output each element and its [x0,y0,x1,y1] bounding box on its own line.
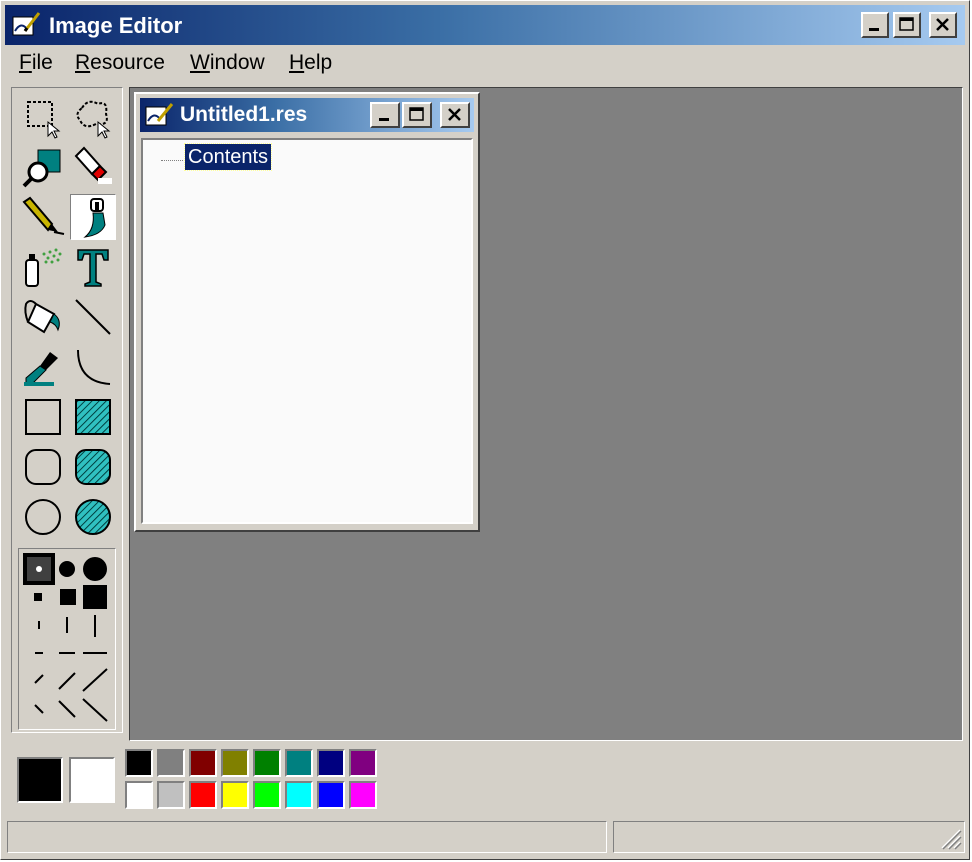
menu-resource-label: esource [90,51,165,74]
close-icon [936,18,949,31]
menu-help-label: elp [304,51,333,74]
menu-resource[interactable]: Resource [75,51,165,75]
menu-file-mnemonic: F [19,51,32,74]
tool-zoom[interactable] [20,144,66,190]
color-swatch[interactable] [317,781,345,809]
image-editor-icon[interactable] [11,11,41,39]
resource-file-icon[interactable] [144,102,174,128]
ellipse-icon [25,499,61,535]
menu-help[interactable]: Help [289,51,332,75]
tool-text[interactable] [70,244,116,290]
toolbox [11,87,123,733]
color-swatch[interactable] [349,749,377,777]
tree-connector [161,160,185,161]
fill-icon [24,300,60,334]
tool-filled-ellipse[interactable] [70,494,116,540]
resource-window[interactable]: Untitled1.res Contents [134,92,480,532]
maximize-icon [409,107,424,121]
freeform-select-icon [76,100,111,139]
tool-eraser[interactable] [70,144,116,190]
tool-color-picker[interactable] [20,344,66,390]
image-editor-window: Image Editor File Resource Window Help U… [0,0,970,860]
background-color[interactable] [69,757,115,803]
resource-window-title: Untitled1.res [180,103,308,126]
resource-tree[interactable]: Contents [141,138,473,524]
resize-grip-icon[interactable] [938,826,962,850]
airbrush-icon [25,248,62,287]
close-icon [448,108,461,121]
curve-icon [77,349,111,385]
tool-filled-rounded-rectangle[interactable] [70,444,116,490]
color-swatch[interactable] [253,749,281,777]
app-title: Image Editor [49,13,183,38]
menu-help-mnemonic: H [289,51,305,74]
status-pane-info [613,821,965,853]
color-swatch[interactable] [125,749,153,777]
eraser-icon [74,146,112,184]
brush-icon [83,198,106,238]
menu-file[interactable]: File [19,51,53,75]
tool-pencil[interactable] [20,194,66,240]
tool-brush[interactable] [70,194,116,240]
color-swatch[interactable] [317,749,345,777]
minimize-button[interactable] [861,12,889,38]
pencil-icon [22,196,65,235]
color-swatch[interactable] [221,781,249,809]
color-swatch[interactable] [189,781,217,809]
filled-rectangle-icon [75,399,111,435]
tool-fill[interactable] [20,294,66,340]
tool-airbrush[interactable] [20,244,66,290]
status-pane-main [7,821,607,853]
rounded-rectangle-icon [25,449,61,485]
rectangle-select-icon [27,101,61,139]
tool-ellipse[interactable] [20,494,66,540]
line-icon [75,299,111,335]
minimize-icon [869,28,879,31]
resource-window-title-bar[interactable]: Untitled1.res [140,98,474,132]
tool-freeform-select[interactable] [70,94,116,140]
color-picker-icon [24,352,58,386]
text-icon [77,249,109,287]
maximize-icon [899,17,914,31]
tool-rectangle-select[interactable] [20,94,66,140]
filled-rounded-rectangle-icon [75,449,111,485]
close-button[interactable] [929,12,957,38]
tree-item-contents[interactable]: Contents [183,143,273,171]
color-swatch[interactable] [349,781,377,809]
brush-size-options[interactable] [23,553,108,722]
child-minimize-button[interactable] [370,102,400,128]
child-maximize-button[interactable] [402,102,432,128]
menu-resource-mnemonic: R [75,51,91,74]
color-swatch[interactable] [157,781,185,809]
tool-filled-rectangle[interactable] [70,394,116,440]
color-swatch[interactable] [221,749,249,777]
menu-bar: File Resource Window Help [5,47,965,83]
zoom-icon [22,149,61,188]
tool-line[interactable] [70,294,116,340]
status-bar [7,821,965,855]
menu-window-label: indow [209,51,265,74]
minimize-icon [379,118,389,121]
filled-ellipse-icon [75,499,111,535]
tool-rectangle[interactable] [20,394,66,440]
color-swatch[interactable] [285,749,313,777]
menu-window[interactable]: Window [190,51,265,75]
color-swatch[interactable] [189,749,217,777]
maximize-button[interactable] [893,12,921,38]
menu-window-mnemonic: W [190,51,210,74]
color-swatch[interactable] [285,781,313,809]
menu-file-label: ile [31,51,53,74]
color-swatch[interactable] [253,781,281,809]
title-bar[interactable]: Image Editor [5,5,965,45]
tool-curve[interactable] [70,344,116,390]
child-close-button[interactable] [440,102,470,128]
color-swatch[interactable] [125,781,153,809]
brush-options [18,548,116,730]
foreground-color[interactable] [17,757,63,803]
rectangle-icon [25,399,61,435]
workspace[interactable]: Untitled1.res Contents [129,87,963,741]
color-swatch[interactable] [157,749,185,777]
tool-rounded-rectangle[interactable] [20,444,66,490]
color-palette [5,745,965,817]
